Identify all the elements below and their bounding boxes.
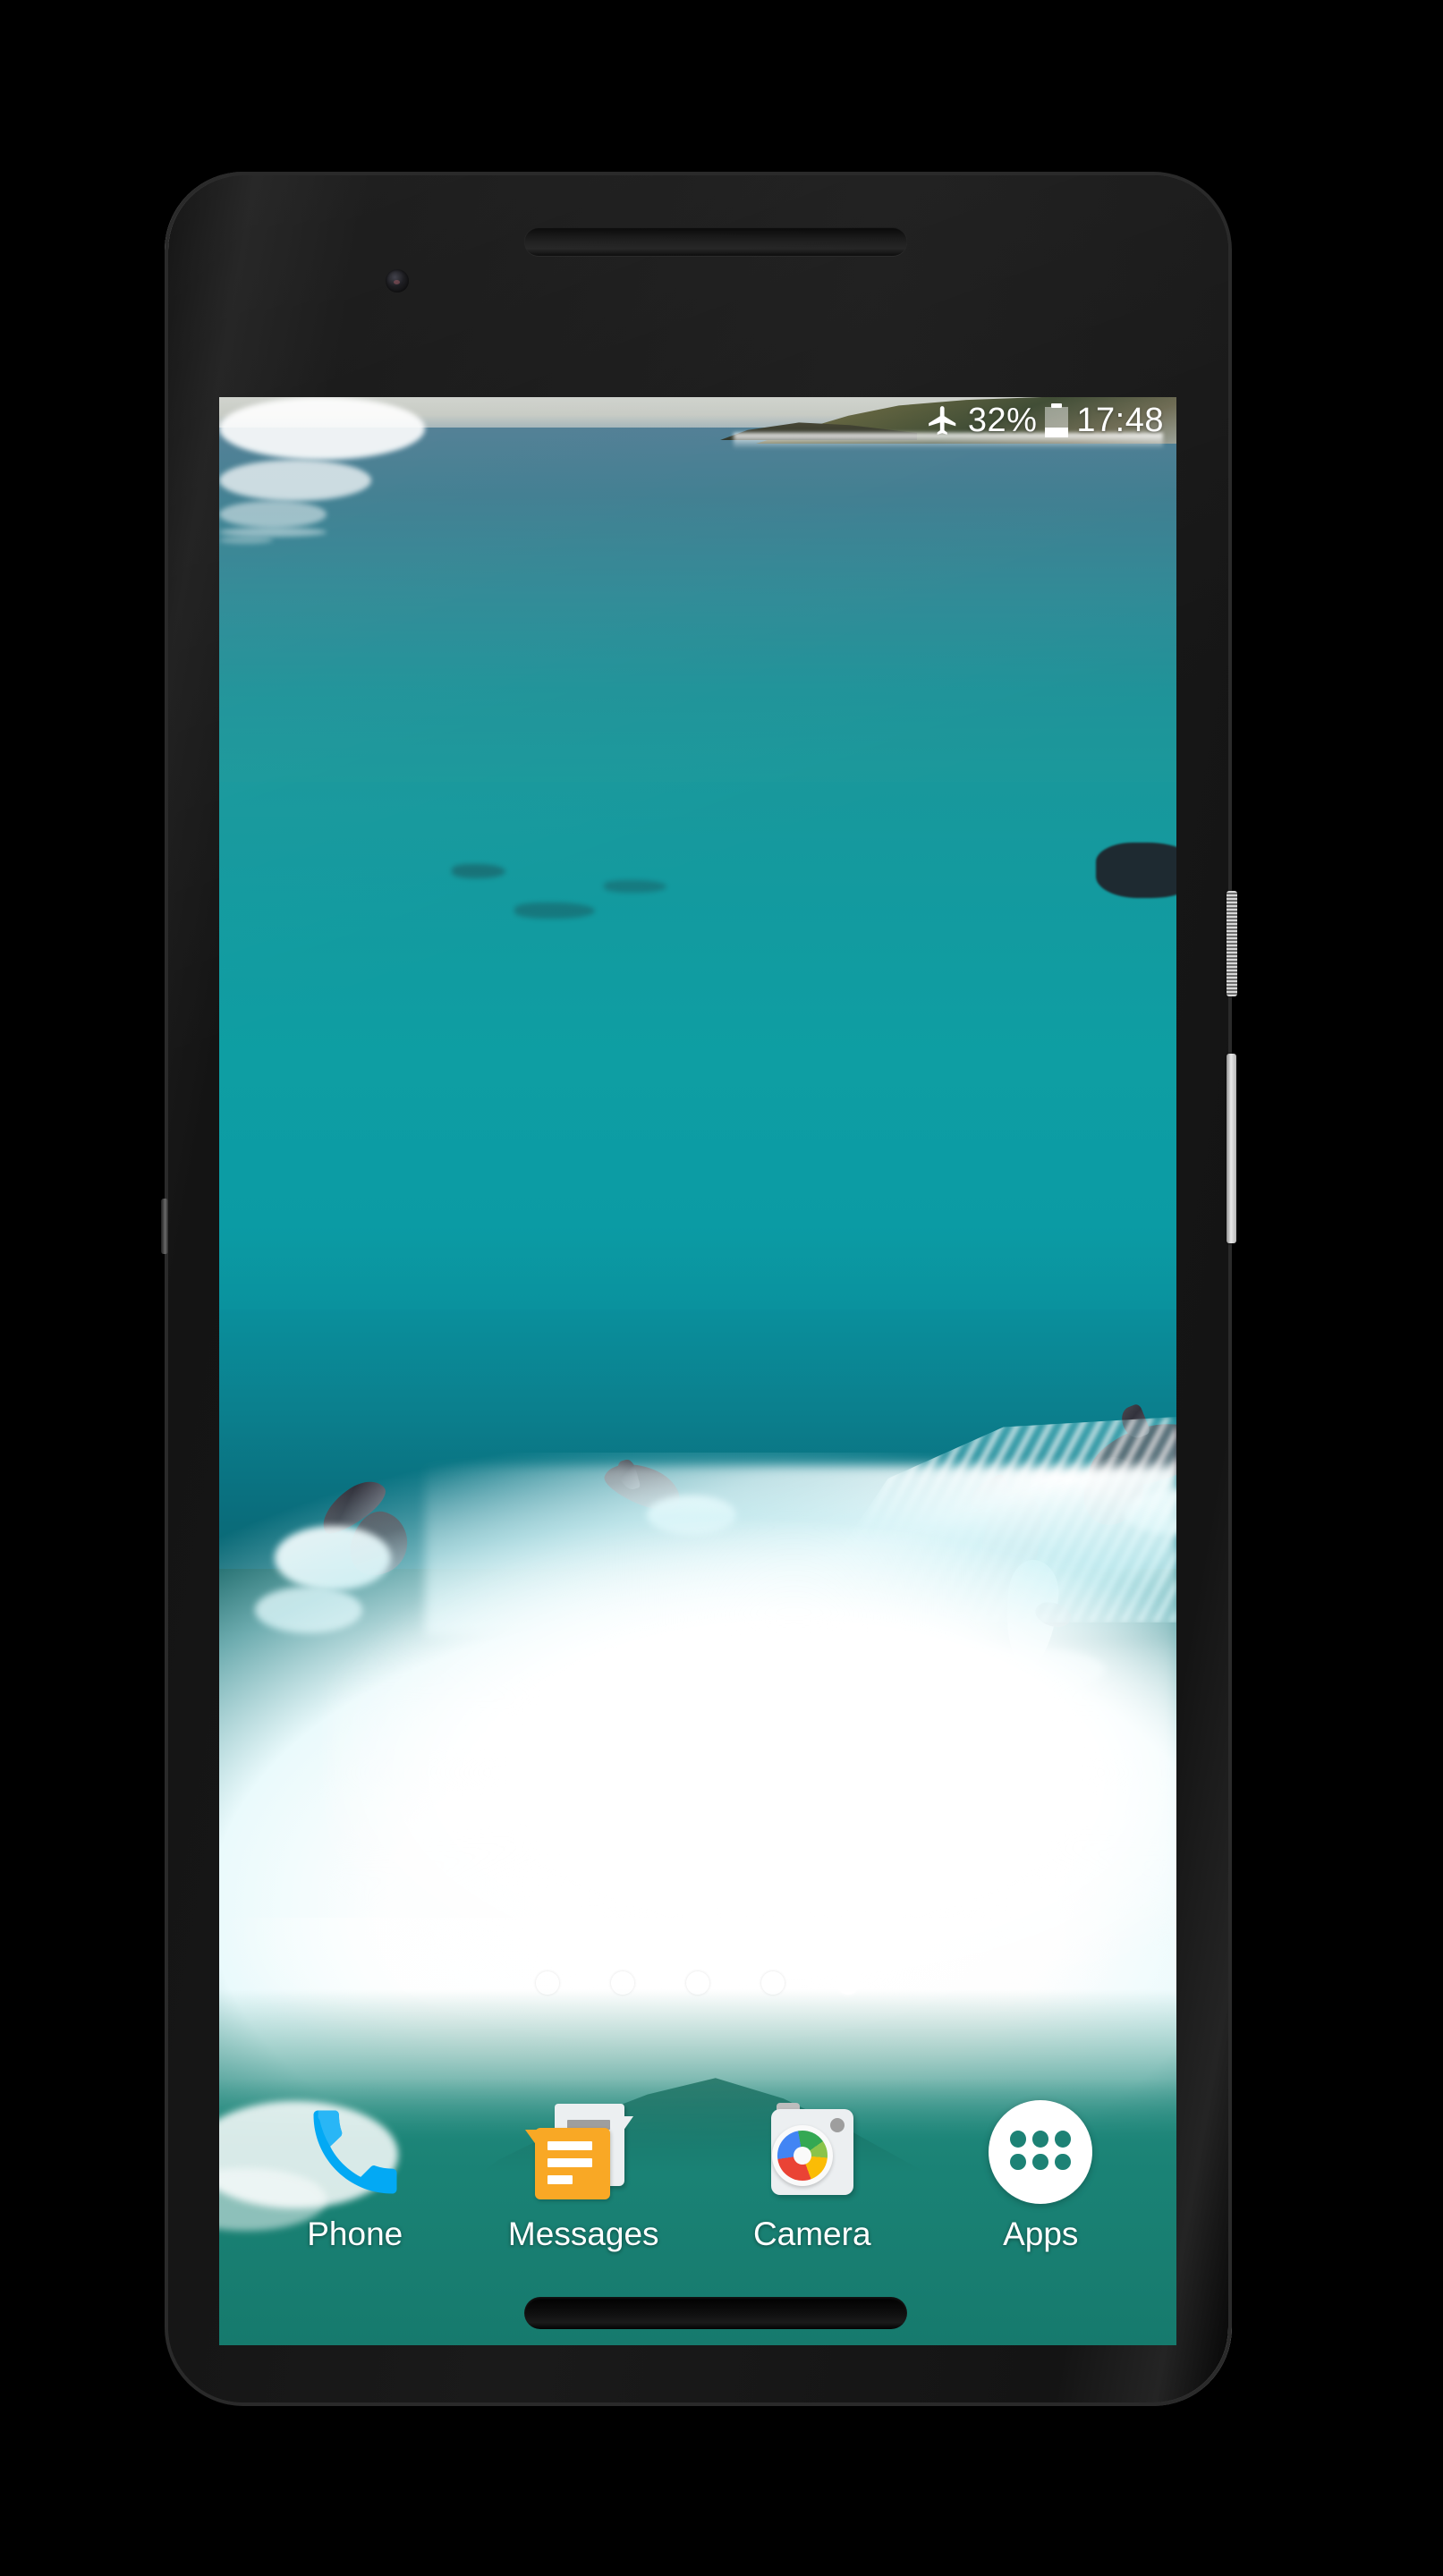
page-dot-2[interactable] [611, 1971, 634, 1995]
earpiece-speaker [524, 227, 907, 256]
home-screen-wallpaper [219, 397, 1176, 2345]
status-bar-clock: 17:48 [1076, 402, 1164, 439]
page-dot-1[interactable] [536, 1971, 559, 1995]
dock-item-messages[interactable]: Messages [494, 2097, 673, 2252]
phone-icon[interactable] [300, 2097, 411, 2207]
phone-screen[interactable]: 32% 17:48 Phone Messages Camera Apps [219, 397, 1176, 2345]
dock-label-phone: Phone [307, 2216, 403, 2252]
battery-icon [1045, 403, 1069, 437]
dock-item-phone[interactable]: Phone [266, 2097, 445, 2252]
home-screen-page-indicator[interactable] [219, 1971, 1176, 1995]
airplane-icon [926, 403, 960, 437]
status-bar[interactable]: 32% 17:48 [219, 397, 1176, 444]
volume-rocker[interactable] [1227, 1054, 1236, 1243]
camera-icon[interactable] [757, 2097, 868, 2207]
page-dot-3[interactable] [686, 1971, 709, 1995]
page-dot-5[interactable] [836, 1971, 860, 1995]
bottom-speaker [524, 2297, 907, 2329]
screenshot-canvas: 32% 17:48 Phone Messages Camera Apps [0, 0, 1443, 2576]
home-screen-dock: Phone Messages Camera Apps [219, 2097, 1176, 2284]
front-camera-icon [386, 269, 409, 292]
apps-grid-icon[interactable] [985, 2097, 1096, 2207]
sim-tray [161, 1199, 168, 1254]
dock-item-camera[interactable]: Camera [723, 2097, 902, 2252]
dock-item-apps[interactable]: Apps [951, 2097, 1130, 2252]
phone-device-body: 32% 17:48 Phone Messages Camera Apps [168, 175, 1228, 2402]
dock-label-camera: Camera [752, 2216, 871, 2252]
dock-label-messages: Messages [507, 2216, 659, 2252]
dock-label-apps: Apps [1003, 2216, 1079, 2252]
battery-percentage-label: 32% [967, 402, 1038, 439]
messages-icon[interactable] [525, 2097, 639, 2207]
power-button[interactable] [1227, 891, 1237, 996]
page-dot-4[interactable] [761, 1971, 785, 1995]
